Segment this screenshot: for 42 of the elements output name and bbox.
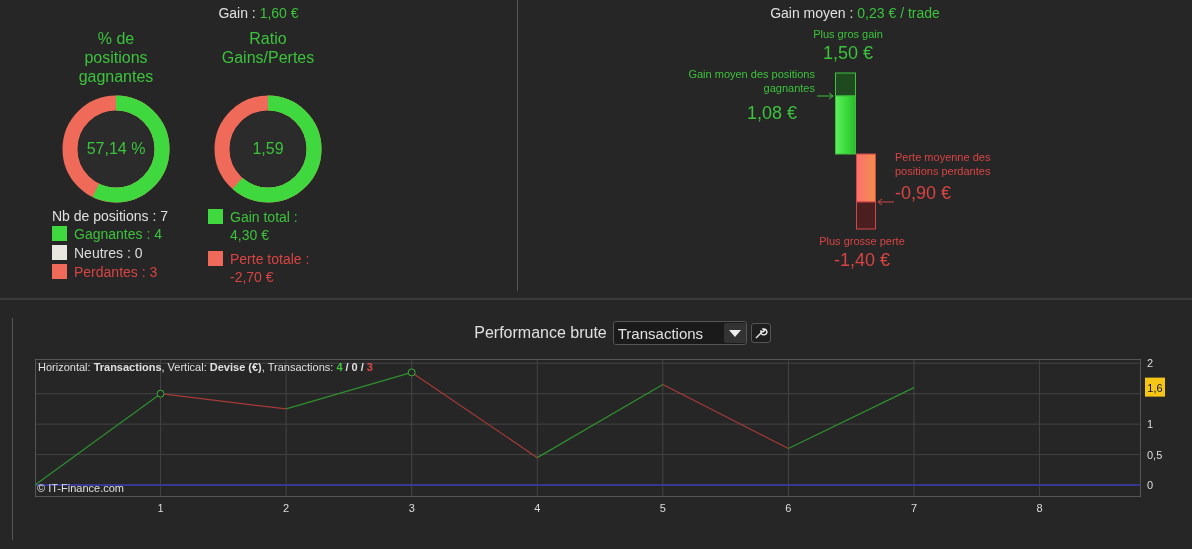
legend-label: Neutres : 0 — [74, 244, 143, 262]
x-tick-label: 5 — [659, 502, 666, 514]
biggest-gain-value: 1,50 € — [822, 42, 873, 65]
positions-count: Nb de positions : 7 — [52, 208, 169, 224]
copyright-text: © IT-Finance.com — [37, 482, 124, 494]
legend-label: Perdantes : 3 — [74, 263, 158, 281]
biggest-loss-label: Plus grosse perte — [819, 234, 905, 248]
biggest-gain-label: Plus gros gain — [813, 27, 883, 41]
caret-icon — [728, 329, 741, 337]
average-loss-label: Perte moyenne des positions perdantes — [895, 150, 992, 178]
chart-title: Ratio Gains/Pertes — [220, 29, 316, 68]
performance-title: Performance brute — [474, 324, 607, 342]
x-tick-label: 6 — [785, 502, 792, 514]
y-tick-label: 0 — [1147, 479, 1154, 492]
data-point — [156, 389, 165, 398]
average-gain-value: 1,08 € — [746, 102, 797, 125]
x-tick-label: 8 — [1036, 502, 1043, 514]
average-loss-value: -0,90 € — [895, 182, 953, 205]
y-tick-label: 1 — [1147, 418, 1154, 431]
gain-summary: Gain : 1,60 € — [217, 4, 300, 21]
settings-button[interactable] — [750, 323, 771, 343]
x-tick-label: 2 — [283, 502, 290, 514]
data-point — [407, 368, 416, 377]
chart-title: % de positions gagnantes — [77, 29, 155, 87]
x-tick-label: 4 — [534, 502, 541, 514]
y-tick-label: 2 — [1147, 359, 1154, 370]
value-badge: 1,6 — [1145, 377, 1165, 397]
donut-value: 1,59 — [251, 140, 285, 158]
y-tick-label: 0,5 — [1147, 448, 1163, 461]
mode-dropdown[interactable]: Transactions — [612, 321, 747, 345]
biggest-loss-value: -1,40 € — [833, 249, 890, 272]
legend-label: Gagnantes : 4 — [74, 225, 162, 243]
average-gain: Gain moyen : 0,23 € / trade — [770, 4, 940, 21]
chart-caption: Horizontal: Transactions, Vertical: Devise (€), Transactions: 4 / 0 / 3 — [38, 361, 373, 373]
x-tick-label: 1 — [157, 502, 164, 514]
x-tick-label: 7 — [910, 502, 918, 514]
wrench-icon — [753, 326, 768, 340]
legend-label: Perte totale : -2,70 € — [230, 250, 311, 286]
donut-value: 57,14 % — [85, 140, 147, 158]
average-gain-label: Gain moyen des positions gagnantes — [687, 67, 815, 95]
legend-label: Gain total : 4,30 € — [230, 208, 299, 244]
x-tick-label: 3 — [408, 502, 415, 514]
